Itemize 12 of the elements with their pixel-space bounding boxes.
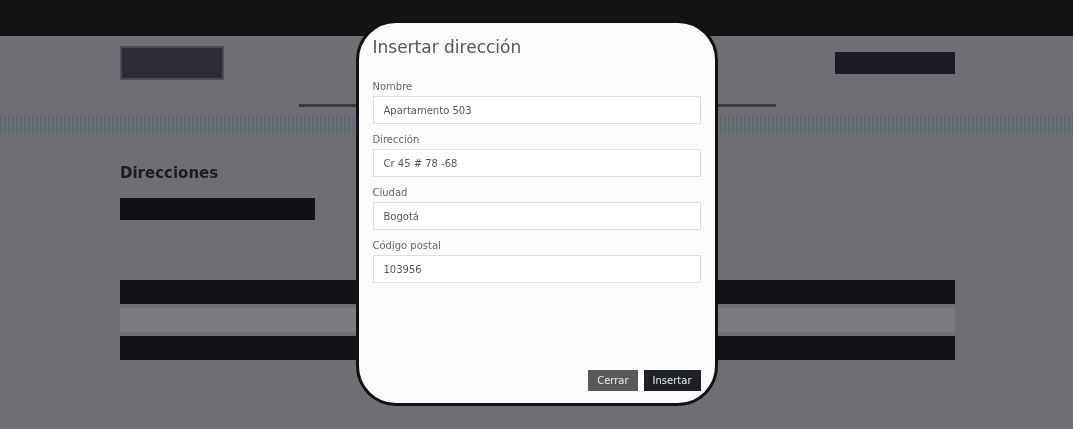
field-label: Nombre bbox=[372, 81, 414, 92]
input-field[interactable]: Cr 45 # 78 -68 bbox=[372, 149, 701, 177]
page-heading: Direcciones bbox=[120, 164, 220, 182]
input-field[interactable]: Bogotá bbox=[372, 202, 701, 230]
close-button[interactable]: Cerrar bbox=[588, 370, 638, 391]
field-label: Ciudad bbox=[372, 187, 409, 198]
field-label: Dirección bbox=[372, 134, 421, 145]
insert-button[interactable]: Insertar bbox=[643, 370, 701, 391]
field-label: Código postal bbox=[372, 240, 442, 251]
input-field[interactable]: 103956 bbox=[372, 255, 701, 283]
dialog-title: Insertar dirección bbox=[372, 37, 523, 57]
input-field[interactable]: Apartamento 503 bbox=[372, 96, 701, 124]
